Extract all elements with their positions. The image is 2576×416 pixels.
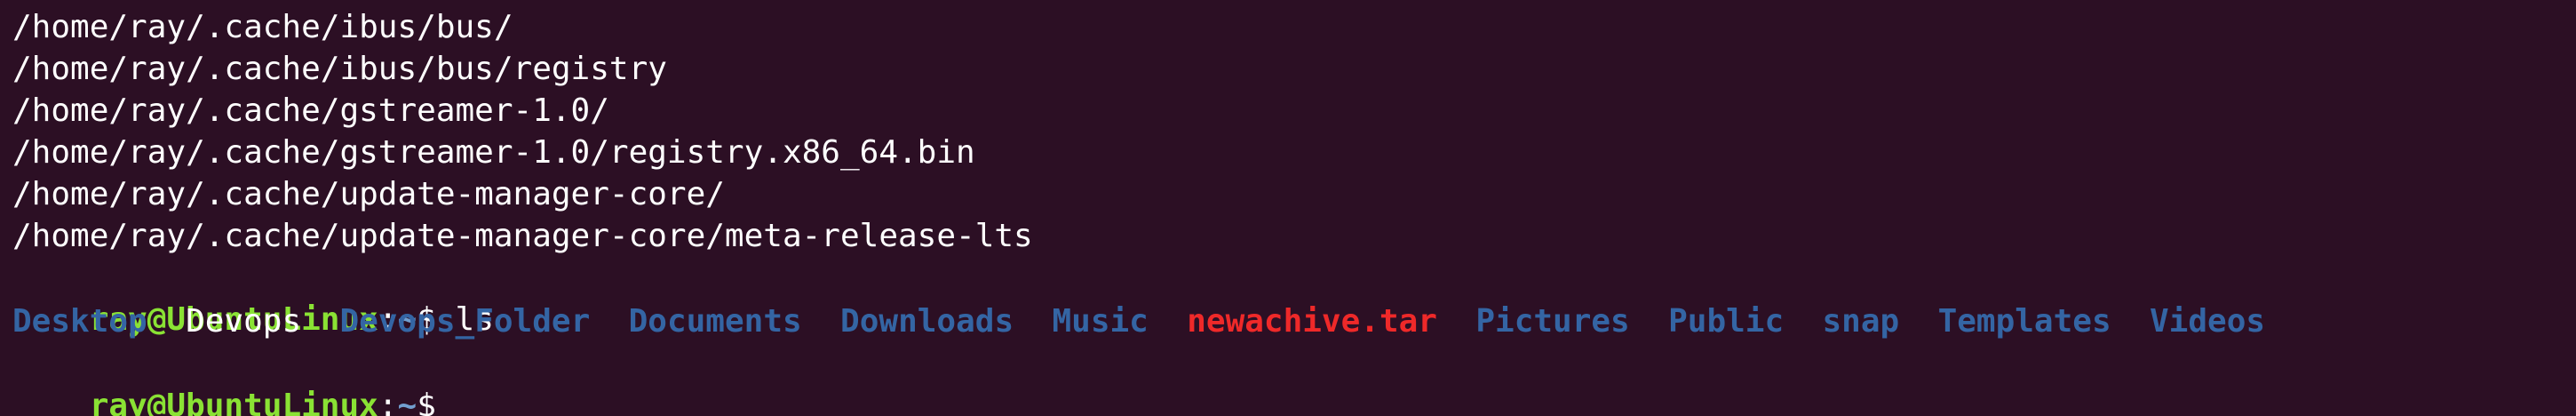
ls-archive-entry: newachive.tar <box>1187 303 1437 340</box>
prompt-separator: : <box>378 388 398 416</box>
output-line: /home/ray/.cache/update-manager-core/ <box>12 176 725 212</box>
ls-spacer <box>2111 300 2150 342</box>
ls-spacer <box>802 300 840 342</box>
ls-spacer <box>301 300 339 342</box>
ls-file-entry: Devops <box>186 303 302 340</box>
ls-spacer <box>1149 300 1187 342</box>
ls-directory-entry: Templates <box>1937 303 2111 340</box>
ls-spacer <box>590 300 628 342</box>
ls-directory-entry: Pictures <box>1475 303 1630 340</box>
ls-spacer <box>1437 300 1475 342</box>
ls-spacer <box>1014 300 1052 342</box>
command-line: ray@UbuntuLinux:~$ ls <box>12 257 494 338</box>
ls-spacer <box>1784 300 1822 342</box>
ls-directory-entry: Music <box>1052 303 1149 340</box>
ls-directory-entry: Desktop <box>12 303 147 340</box>
output-line: /home/ray/.cache/gstreamer-1.0/registry.… <box>12 134 975 171</box>
ls-spacer <box>1630 300 1668 342</box>
text-cursor[interactable] <box>436 389 454 416</box>
prompt-symbol: $ <box>417 388 436 416</box>
prompt-user-host: ray@UbuntuLinux <box>89 388 378 416</box>
output-line: /home/ray/.cache/gstreamer-1.0/ <box>12 92 609 129</box>
ls-directory-entry: Downloads <box>840 303 1014 340</box>
ls-directory-entry: Documents <box>628 303 802 340</box>
ls-spacer <box>1899 300 1937 342</box>
ls-directory-entry: Devops_Folder <box>339 303 591 340</box>
current-prompt-line[interactable]: ray@UbuntuLinux:~$ <box>12 343 454 416</box>
output-line: /home/ray/.cache/ibus/bus/ <box>12 9 513 45</box>
prompt-path: ~ <box>397 388 417 416</box>
ls-directory-entry: Public <box>1668 303 1785 340</box>
terminal-window[interactable]: /home/ray/.cache/ibus/bus/ /home/ray/.ca… <box>0 0 2576 416</box>
output-line: /home/ray/.cache/ibus/bus/registry <box>12 51 667 87</box>
ls-spacer <box>147 300 186 342</box>
ls-directory-entry: snap <box>1822 303 1900 340</box>
ls-output: Desktop Devops Devops_Folder Documents D… <box>12 300 2265 342</box>
ls-directory-entry: Videos <box>2150 303 2266 340</box>
output-line: /home/ray/.cache/update-manager-core/met… <box>12 218 1033 254</box>
